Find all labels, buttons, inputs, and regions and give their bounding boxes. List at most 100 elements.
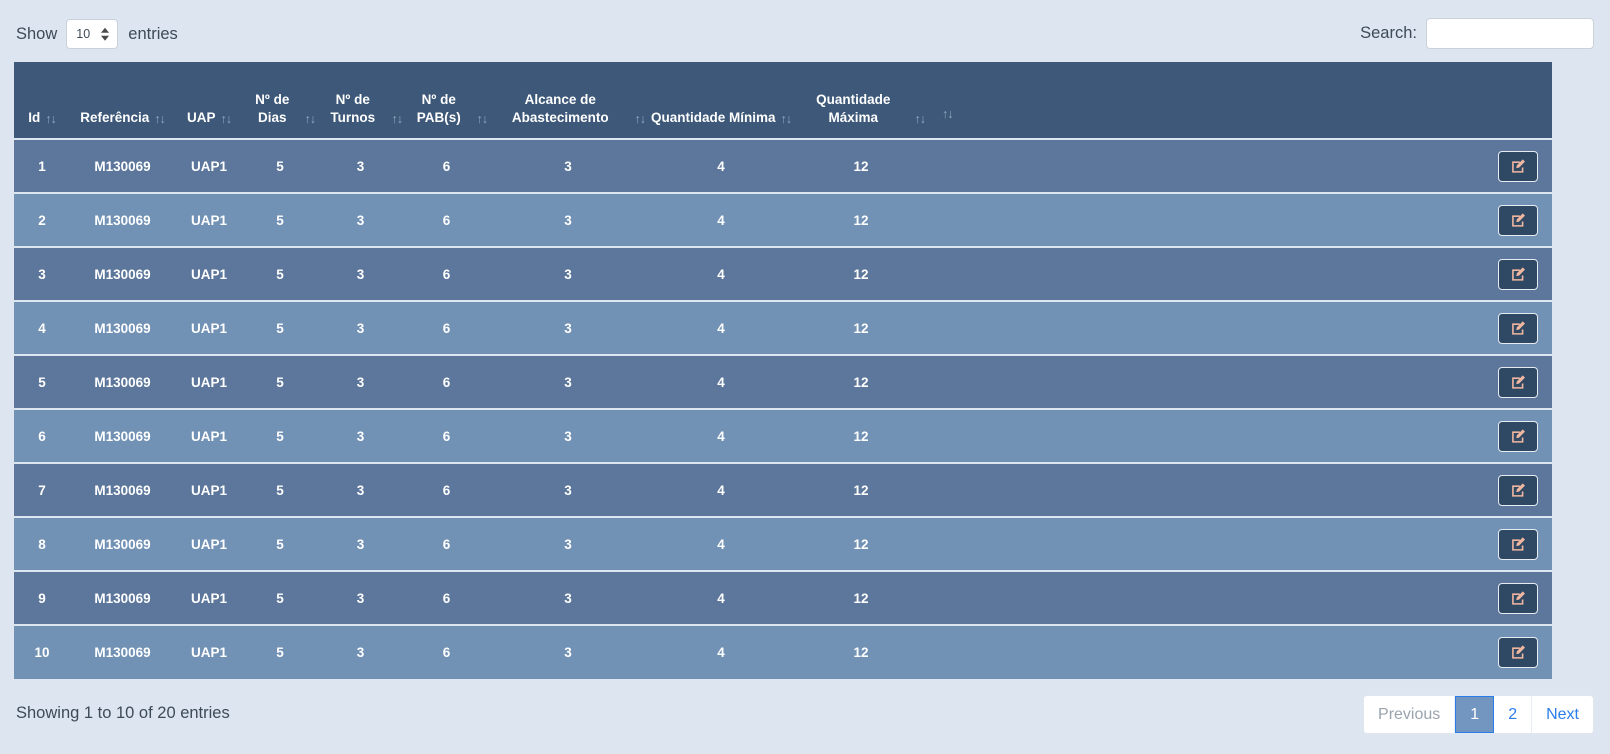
column-header-quantidade-minima[interactable]: Quantidade Mínima ↑↓ xyxy=(647,62,795,139)
data-table: Id ↑↓ Referência ↑↓ UAP ↑↓ Nº de Dias ↑↓ Nº … xyxy=(14,62,1552,679)
cell-uap: UAP1 xyxy=(175,354,243,409)
cell-pabs: 6 xyxy=(404,462,489,517)
sort-icon: ↑↓ xyxy=(220,111,232,126)
search-input[interactable] xyxy=(1426,18,1594,49)
column-header-referencia[interactable]: Referência ↑↓ xyxy=(70,62,175,139)
show-label: Show xyxy=(16,24,58,43)
page-length-select[interactable]: 10 xyxy=(66,19,119,49)
cell-pabs: 6 xyxy=(404,408,489,463)
cell-qmax: 12 xyxy=(795,300,927,355)
edit-row-button[interactable] xyxy=(1498,528,1538,560)
cell-turnos: 3 xyxy=(317,138,404,193)
edit-icon xyxy=(1510,374,1527,391)
cell-dias: 5 xyxy=(243,624,317,679)
cell-qmin: 4 xyxy=(647,624,795,679)
table-head: Id ↑↓ Referência ↑↓ UAP ↑↓ Nº de Dias ↑↓ Nº … xyxy=(14,62,1552,139)
cell-turnos: 3 xyxy=(317,624,404,679)
edit-row-button[interactable] xyxy=(1498,150,1538,182)
cell-uap: UAP1 xyxy=(175,192,243,247)
pagination-previous: Previous xyxy=(1364,696,1456,733)
cell-turnos: 3 xyxy=(317,246,404,301)
edit-row-button[interactable] xyxy=(1498,366,1538,398)
pagination-page-1[interactable]: 1 xyxy=(1455,696,1495,733)
cell-alcance: 3 xyxy=(489,462,647,517)
cell-dias: 5 xyxy=(243,354,317,409)
cell-qmax: 12 xyxy=(795,246,927,301)
edit-icon xyxy=(1510,158,1527,175)
sort-icon: ↑↓ xyxy=(476,111,488,126)
edit-row-button[interactable] xyxy=(1498,637,1538,668)
pagination-page-2[interactable]: 2 xyxy=(1494,696,1533,733)
column-header-id[interactable]: Id ↑↓ xyxy=(14,62,70,139)
table-container: Id ↑↓ Referência ↑↓ UAP ↑↓ Nº de Dias ↑↓ Nº … xyxy=(14,62,1552,679)
edit-row-button[interactable] xyxy=(1498,582,1538,614)
cell-referencia: M130069 xyxy=(70,138,175,193)
edit-row-button[interactable] xyxy=(1498,474,1538,506)
cell-turnos: 3 xyxy=(317,300,404,355)
cell-pabs: 6 xyxy=(404,354,489,409)
cell-id: 8 xyxy=(14,516,70,571)
column-label: Nº de PAB(s) xyxy=(416,92,461,125)
cell-qmin: 4 xyxy=(647,246,795,301)
edit-row-button[interactable] xyxy=(1498,258,1538,290)
cell-uap: UAP1 xyxy=(175,138,243,193)
sort-icon: ↑↓ xyxy=(914,111,926,126)
pagination: Previous 1 2 Next xyxy=(1363,695,1594,734)
cell-uap: UAP1 xyxy=(175,516,243,571)
cell-dias: 5 xyxy=(243,570,317,625)
column-header-dias[interactable]: Nº de Dias ↑↓ xyxy=(243,62,317,139)
cell-alcance: 3 xyxy=(489,246,647,301)
cell-alcance: 3 xyxy=(489,138,647,193)
column-header-uap[interactable]: UAP ↑↓ xyxy=(175,62,243,139)
cell-qmin: 4 xyxy=(647,138,795,193)
table-row: 5 M130069 UAP1 5 3 6 3 4 12 xyxy=(14,354,1552,409)
cell-alcance: 3 xyxy=(489,516,647,571)
cell-dias: 5 xyxy=(243,462,317,517)
cell-actions xyxy=(927,570,1552,625)
cell-actions xyxy=(927,462,1552,517)
sort-icon: ↑↓ xyxy=(154,111,165,126)
cell-dias: 5 xyxy=(243,138,317,193)
column-label: Referência xyxy=(80,109,150,125)
cell-actions xyxy=(927,624,1552,679)
edit-row-button[interactable] xyxy=(1498,420,1538,452)
cell-dias: 5 xyxy=(243,300,317,355)
spinner-arrows-icon xyxy=(101,27,110,41)
table-info: Showing 1 to 10 of 20 entries xyxy=(16,704,230,722)
sort-icon: ↑↓ xyxy=(942,107,953,122)
pagination-next[interactable]: Next xyxy=(1532,696,1593,733)
table-row: 7 M130069 UAP1 5 3 6 3 4 12 xyxy=(14,462,1552,517)
cell-alcance: 3 xyxy=(489,570,647,625)
column-header-actions[interactable]: ↑↓ xyxy=(927,62,1552,139)
cell-qmax: 12 xyxy=(795,462,927,517)
search-label: Search: xyxy=(1360,24,1417,42)
column-header-quantidade-maxima[interactable]: Quantidade Máxima ↑↓ xyxy=(795,62,927,139)
cell-referencia: M130069 xyxy=(70,570,175,625)
cell-turnos: 3 xyxy=(317,516,404,571)
cell-uap: UAP1 xyxy=(175,408,243,463)
cell-referencia: M130069 xyxy=(70,192,175,247)
cell-referencia: M130069 xyxy=(70,516,175,571)
table-row: 9 M130069 UAP1 5 3 6 3 4 12 xyxy=(14,570,1552,625)
column-header-alcance[interactable]: Alcance de Abastecimento ↑↓ xyxy=(489,62,647,139)
cell-alcance: 3 xyxy=(489,624,647,679)
cell-qmax: 12 xyxy=(795,354,927,409)
cell-referencia: M130069 xyxy=(70,246,175,301)
edit-row-button[interactable] xyxy=(1498,312,1538,344)
datatable-page: Show 10 entries Search: Id ↑↓ Referência… xyxy=(0,0,1610,754)
cell-uap: UAP1 xyxy=(175,300,243,355)
sort-icon: ↑↓ xyxy=(45,111,56,126)
table-row: 8 M130069 UAP1 5 3 6 3 4 12 xyxy=(14,516,1552,571)
sort-icon: ↑↓ xyxy=(304,111,316,126)
edit-row-button[interactable] xyxy=(1498,204,1538,236)
cell-actions xyxy=(927,246,1552,301)
edit-icon xyxy=(1510,644,1527,661)
table-row: 3 M130069 UAP1 5 3 6 3 4 12 xyxy=(14,246,1552,301)
column-header-turnos[interactable]: Nº de Turnos ↑↓ xyxy=(317,62,404,139)
column-label: Alcance de Abastecimento xyxy=(511,92,609,125)
cell-qmin: 4 xyxy=(647,192,795,247)
column-header-pabs[interactable]: Nº de PAB(s) ↑↓ xyxy=(404,62,489,139)
table-footer-bar: Showing 1 to 10 of 20 entries Previous 1 2… xyxy=(0,690,1610,754)
cell-referencia: M130069 xyxy=(70,408,175,463)
cell-turnos: 3 xyxy=(317,408,404,463)
